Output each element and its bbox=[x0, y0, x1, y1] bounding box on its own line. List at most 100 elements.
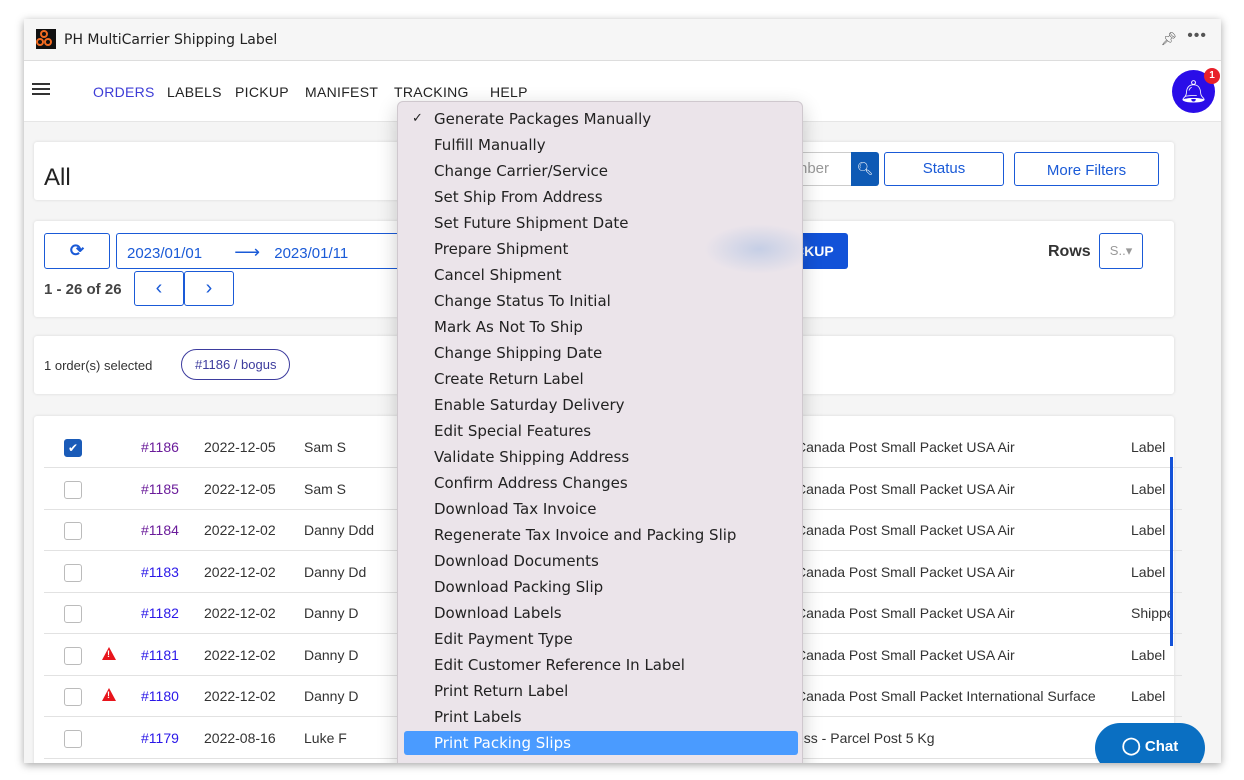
shipping-service: Canada Post Small Packet USA Air bbox=[796, 480, 1015, 497]
row-checkbox[interactable] bbox=[64, 688, 82, 706]
menu-item-label: Mark As Not To Ship bbox=[434, 318, 583, 336]
menu-item[interactable]: Print Return Label bbox=[404, 679, 798, 703]
row-checkbox[interactable] bbox=[64, 563, 82, 582]
menu-item-label: Validate Shipping Address bbox=[434, 448, 630, 466]
menu-item-label: Create Return Label bbox=[434, 370, 584, 388]
menu-item[interactable]: Set Ship From Address bbox=[404, 185, 798, 209]
shipping-service: Canada Post Small Packet USA Air bbox=[796, 522, 1015, 538]
menu-item[interactable]: Enable Saturday Delivery bbox=[404, 393, 798, 417]
nav-tracking[interactable]: TRACKING bbox=[394, 84, 469, 100]
search-icon[interactable]: 🔍︎ bbox=[851, 152, 879, 186]
menu-item-label: Edit Payment Type bbox=[434, 630, 573, 648]
order-date: 2022-12-02 bbox=[204, 563, 276, 580]
menu-item[interactable]: Mark As Not To Ship bbox=[404, 315, 798, 339]
app-title: PH MultiCarrier Shipping Label bbox=[64, 32, 278, 48]
table-scrollbar[interactable] bbox=[1170, 457, 1173, 646]
order-status: Label bbox=[1131, 646, 1166, 663]
row-checkbox[interactable] bbox=[64, 480, 82, 499]
order-link[interactable]: #1185 bbox=[141, 481, 179, 497]
bulk-actions-menu: ✓ Generate Packages Manually Fulfill Manua… bbox=[397, 101, 803, 763]
menu-item[interactable]: Edit Payment Type bbox=[404, 627, 798, 651]
app-window: PH MultiCarrier Shipping Label 📌︎ ••• OR… bbox=[24, 19, 1221, 763]
order-link[interactable]: #1181 bbox=[141, 647, 179, 663]
menu-item[interactable]: ✓ Generate Packages Manually bbox=[404, 107, 798, 131]
order-date: 2022-12-02 bbox=[204, 646, 276, 663]
menu-item[interactable]: Change Status To Initial bbox=[404, 289, 798, 313]
pin-icon[interactable]: 📌︎ bbox=[1160, 31, 1177, 47]
nav-pickup[interactable]: PICKUP bbox=[235, 84, 289, 100]
order-status: Label bbox=[1131, 688, 1166, 704]
row-checkbox[interactable] bbox=[64, 646, 82, 665]
menu-item[interactable]: Edit Customer Reference In Label bbox=[404, 653, 798, 677]
customer-name: Sam S bbox=[304, 480, 347, 497]
next-page-button[interactable]: › bbox=[184, 271, 234, 306]
row-checkbox[interactable] bbox=[64, 605, 82, 623]
order-link[interactable]: #1179 bbox=[141, 730, 179, 746]
selected-order-chip[interactable]: #1186 / bogus bbox=[181, 349, 291, 380]
order-date: 2022-12-05 bbox=[204, 480, 276, 497]
order-status: Label bbox=[1131, 439, 1166, 455]
menu-item[interactable]: Download Tax Invoice bbox=[404, 497, 798, 521]
menu-item[interactable]: Regenerate Tax Invoice and Packing Slip bbox=[404, 523, 798, 547]
menu-item-label: Set Ship From Address bbox=[434, 188, 603, 206]
menu-item-label: Change Shipping Date bbox=[434, 344, 603, 362]
status-button[interactable]: Status bbox=[884, 152, 1004, 186]
menu-item[interactable]: Download Labels bbox=[404, 601, 798, 625]
rows-value: S.. bbox=[1109, 243, 1126, 258]
nav-orders[interactable]: ORDERS bbox=[93, 84, 155, 100]
shipping-service: Canada Post Small Packet USA Air bbox=[796, 605, 1015, 621]
menu-item[interactable]: Confirm Address Changes bbox=[404, 471, 798, 495]
menu-item-label: Generate Packages Manually bbox=[434, 110, 652, 128]
shipping-service: Canada Post Small Packet USA Air bbox=[796, 646, 1015, 663]
menu-item-label: Download Packing Slip bbox=[434, 578, 604, 596]
menu-item[interactable]: Change Shipping Date bbox=[404, 341, 798, 365]
menu-item-label: Print Labels bbox=[434, 708, 522, 726]
date-from: 2023/01/01 bbox=[127, 245, 203, 262]
menu-item-label: Print Return Label bbox=[434, 682, 569, 700]
chat-button[interactable]: ◯ Chat bbox=[1095, 723, 1205, 763]
order-link[interactable]: #1180 bbox=[141, 688, 179, 704]
menu-item[interactable]: Download Packing Slip bbox=[404, 575, 798, 599]
menu-item-label: Download Labels bbox=[434, 604, 562, 622]
menu-item-label: Regenerate Tax Invoice and Packing Slip bbox=[434, 526, 737, 544]
menu-item-label: Print Packing Slips bbox=[434, 734, 571, 752]
menu-item[interactable]: Fulfill Manually bbox=[404, 133, 798, 157]
menu-item-label: Fulfill Manually bbox=[434, 136, 546, 154]
nav-help[interactable]: HELP bbox=[490, 84, 528, 100]
row-checkbox[interactable]: ✔ bbox=[64, 439, 82, 457]
menu-item[interactable]: Validate Shipping Address bbox=[404, 445, 798, 469]
nav-manifest[interactable]: MANIFEST bbox=[305, 84, 378, 100]
nav-labels[interactable]: LABELS bbox=[167, 84, 222, 100]
order-link[interactable]: #1182 bbox=[141, 605, 179, 621]
checkmark-icon: ✓ bbox=[412, 111, 423, 126]
order-link[interactable]: #1186 bbox=[141, 439, 179, 455]
menu-item[interactable]: Download Documents bbox=[404, 549, 798, 573]
menu-item-label: Download Tax Invoice bbox=[434, 500, 597, 518]
order-link[interactable]: #1184 bbox=[141, 522, 179, 538]
menu-item[interactable]: Print Packing Slips bbox=[404, 731, 798, 755]
page-title: All bbox=[44, 164, 71, 191]
customer-name: Danny D bbox=[304, 646, 359, 663]
prev-page-button[interactable]: ‹ bbox=[134, 271, 184, 306]
more-icon[interactable]: ••• bbox=[1187, 27, 1207, 45]
menu-item[interactable]: Edit Special Features bbox=[404, 419, 798, 443]
customer-name: Danny D bbox=[304, 688, 359, 704]
menu-item[interactable]: Create Return Label bbox=[404, 367, 798, 391]
rows-select[interactable]: S..▾ bbox=[1099, 233, 1143, 269]
row-checkbox[interactable] bbox=[64, 729, 82, 748]
menu-item[interactable]: Change Carrier/Service bbox=[404, 159, 798, 183]
menu-item-label: Change Status To Initial bbox=[434, 292, 611, 310]
menu-icon[interactable] bbox=[32, 83, 50, 95]
row-checkbox[interactable] bbox=[64, 522, 82, 540]
menu-item[interactable]: Print Labels bbox=[404, 705, 798, 729]
menu-item-label: Change Carrier/Service bbox=[434, 162, 608, 180]
warning-icon bbox=[102, 688, 116, 701]
refresh-icon[interactable]: ⟳ bbox=[44, 233, 110, 269]
menu-item-label: Edit Special Features bbox=[434, 422, 592, 440]
more-filters-button[interactable]: More Filters bbox=[1014, 152, 1159, 186]
date-range-picker[interactable]: 2023/01/01 ⟶ 2023/01/11 bbox=[116, 233, 416, 269]
menu-item-label: Edit Customer Reference In Label bbox=[434, 656, 685, 674]
customer-name: Danny Dd bbox=[304, 563, 367, 580]
customer-name: Danny D bbox=[304, 605, 359, 621]
order-link[interactable]: #1183 bbox=[141, 564, 179, 580]
